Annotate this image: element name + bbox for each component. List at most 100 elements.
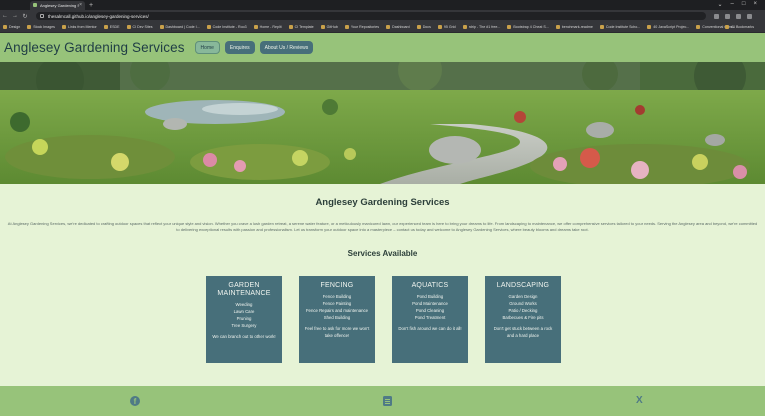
bookmark-folder-icon [126, 25, 131, 29]
card-note: Don't get stuck between a rock and a har… [493, 326, 553, 338]
bookmark-item[interactable]: Bootstrap 4 Cheat S... [507, 25, 549, 29]
all-bookmarks-label: All Bookmarks [731, 25, 754, 29]
card-item: Fence Building [322, 294, 352, 299]
forward-icon[interactable]: → [10, 13, 20, 19]
bookmark-folder-icon [206, 25, 211, 29]
bookmark-label: Bootstrap 4 Cheat S... [513, 25, 549, 29]
bookmark-item[interactable]: benchmark-readme [555, 25, 593, 29]
bookmark-label: Docs [422, 25, 431, 29]
service-card-garden-maintenance: GARDEN MAINTENANCE Weeding Lawn Care Pru… [206, 276, 282, 363]
nav-about-reviews[interactable]: About Us / Reviews [259, 41, 314, 54]
card-item: Pond Treatment [414, 315, 446, 320]
card-item: Pond Maintenance [412, 301, 448, 306]
card-note: Feel free to ask for more we won't take … [304, 326, 370, 338]
tab-close-icon[interactable]: × [79, 2, 82, 8]
bookmark-folder-icon [696, 25, 701, 29]
bookmark-label: Code Institute Scho... [605, 25, 641, 29]
facebook-icon[interactable]: f [130, 396, 140, 406]
bookmark-item[interactable]: 95 Grid [437, 25, 456, 29]
bookmark-label: CI Template [294, 25, 314, 29]
card-title: GARDEN MAINTENANCE [217, 282, 271, 297]
card-note: We can branch out to other work! [212, 334, 276, 339]
card-item: Lawn Care [233, 309, 255, 314]
bookmark-folder-icon [462, 25, 467, 29]
bookmark-item[interactable]: Design [3, 25, 20, 29]
new-tab-icon[interactable]: + [89, 1, 93, 10]
bookmark-item[interactable]: Links from Mentor [61, 25, 97, 29]
intro-paragraph: At Anglesey Gardening Services, we're de… [7, 221, 758, 232]
bookmark-item[interactable]: CI Dev Sites [126, 25, 153, 29]
address-bar-row: ← → ↻ thesalmcall.github.io/anglesey-gar… [0, 10, 765, 22]
back-icon[interactable]: ← [0, 13, 10, 19]
bookmark-item[interactable]: ESDE [103, 25, 120, 29]
bookmark-item[interactable]: 40 JavaScript Projec... [647, 25, 689, 29]
reload-icon[interactable]: ↻ [20, 13, 30, 20]
card-title: AQUATICS [411, 282, 449, 289]
service-card-landscaping: LANDSCAPING Garden Design Ground Works P… [485, 276, 561, 363]
main-nav: Home Enquires About Us / Reviews [194, 41, 314, 54]
bookmark-star-icon[interactable] [714, 13, 719, 19]
card-item: Fence Repairs and maintenance [305, 308, 369, 313]
card-title: LANDSCAPING [496, 282, 550, 289]
chevron-down-icon[interactable]: ⌄ [717, 1, 722, 8]
bookmark-folder-icon [647, 25, 652, 29]
tab-favicon-icon [33, 3, 37, 7]
bookmark-item[interactable]: Home - Replit [253, 25, 282, 29]
card-item: Patio / Decking [508, 308, 538, 313]
menu-icon[interactable] [747, 13, 752, 19]
bookmark-folder-icon [507, 25, 512, 29]
bookmark-item[interactable]: Your Repositories [344, 25, 379, 29]
bookmark-folder-icon [344, 25, 349, 29]
garden-illustration [0, 62, 765, 184]
card-item: Garden Design [508, 294, 538, 299]
site-footer: f X [0, 386, 765, 416]
site-info-icon[interactable] [40, 14, 44, 18]
card-item: Pond Building [416, 294, 444, 299]
bookmark-folder-icon [386, 25, 391, 29]
card-item: Shed Building [323, 315, 351, 320]
hero-garden-image [0, 62, 765, 184]
bookmark-folder-icon [61, 25, 66, 29]
bookmark-label: ESDE [109, 25, 120, 29]
intro-title: Anglesey Gardening Services [315, 197, 450, 208]
all-bookmarks-button[interactable]: All Bookmarks [725, 25, 754, 29]
bookmark-item[interactable]: Dashboard [386, 25, 410, 29]
profile-icon[interactable] [736, 13, 741, 19]
bookmark-label: Links from Mentor [67, 25, 97, 29]
bookmark-folder-icon [416, 25, 421, 29]
card-item: Ground Works [509, 301, 537, 306]
bookmark-item[interactable]: Code Institute - Roo3 [206, 25, 247, 29]
bookmark-item[interactable]: Docs [416, 25, 431, 29]
url-input[interactable]: thesalmcall.github.io/anglesey-gardening… [36, 12, 706, 20]
bookmark-folder-icon [599, 25, 604, 29]
maximize-icon[interactable]: □ [742, 1, 746, 8]
browser-tab-bar: Anglesey Gardening Services × + ⌄ – □ × [0, 0, 765, 10]
bookmark-item[interactable]: Dashboard | Code I... [159, 25, 200, 29]
bookmark-item[interactable]: Code Institute Scho... [599, 25, 641, 29]
nav-enquires[interactable]: Enquires [224, 41, 255, 54]
site-brand[interactable]: Anglesey Gardening Services [4, 40, 185, 55]
nav-home[interactable]: Home [194, 41, 220, 54]
bookmark-label: Code Institute - Roo3 [212, 25, 247, 29]
bookmark-folder-icon [725, 25, 730, 29]
card-item: Weeding [235, 302, 253, 307]
bookmark-label: Design [9, 25, 21, 29]
browser-tab[interactable]: Anglesey Gardening Services × [30, 0, 85, 10]
bookmark-item[interactable]: GitHub [320, 25, 338, 29]
services-title: Services Available [347, 249, 418, 258]
bookmark-label: Home - Replit [259, 25, 282, 29]
bookmark-folder-icon [288, 25, 293, 29]
x-icon[interactable]: X [636, 395, 643, 406]
bookmark-folder-icon [103, 25, 108, 29]
bookmark-item[interactable]: Stock Images [27, 25, 55, 29]
bookmark-item[interactable]: CI Template [288, 25, 314, 29]
bookmark-folder-icon [437, 25, 442, 29]
close-icon[interactable]: × [753, 1, 757, 8]
document-icon[interactable] [383, 396, 392, 406]
card-note: Don't fish around we can do it all! [398, 326, 462, 331]
bookmark-item[interactable]: rdrip - The #1 free... [462, 25, 501, 29]
bookmark-label: rdrip - The #1 free... [468, 25, 501, 29]
extension-icon[interactable] [725, 13, 730, 19]
minimize-icon[interactable]: – [731, 1, 734, 8]
browser-toolbar [714, 13, 752, 19]
